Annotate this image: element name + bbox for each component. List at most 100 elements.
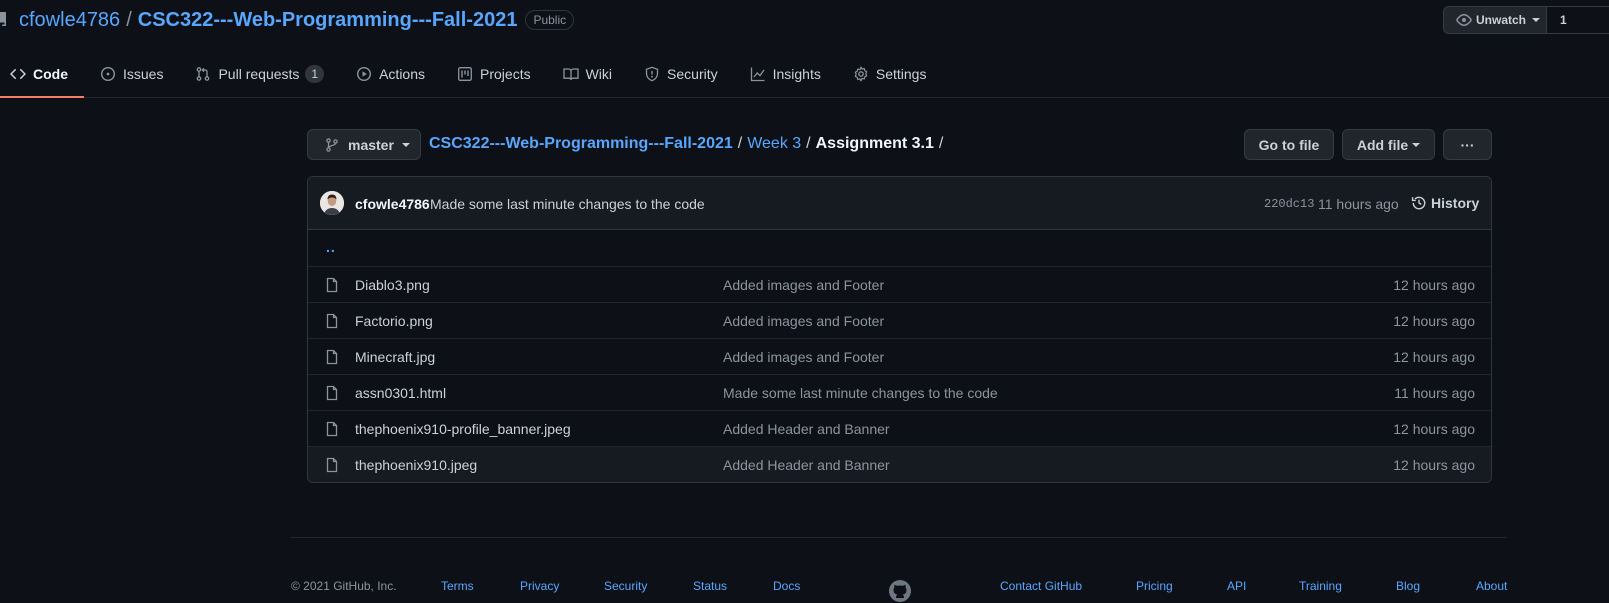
file-icon [324, 385, 340, 401]
file-name-link[interactable]: Factorio.png [355, 313, 433, 329]
file-list: cfowle4786 Made some last minute changes… [307, 176, 1492, 483]
file-commit-message-link[interactable]: Added images and Footer [723, 349, 884, 365]
breadcrumb-separator: / [806, 135, 811, 152]
file-name-link[interactable]: thephoenix910.jpeg [355, 457, 477, 473]
tab-pull-requests[interactable]: Pull requests 1 [179, 50, 340, 97]
repo-owner-link[interactable]: cfowle4786 [19, 7, 120, 33]
file-row[interactable]: Factorio.png Added images and Footer 12 … [308, 302, 1491, 338]
github-logo-icon[interactable] [888, 579, 912, 603]
breadcrumb-separator: / [938, 135, 944, 152]
unwatch-button[interactable]: Unwatch [1443, 6, 1547, 34]
file-age: 12 hours ago [1393, 349, 1475, 365]
tab-insights[interactable]: Insights [734, 50, 837, 97]
repo-title-separator: / [126, 9, 132, 31]
repo-icon [0, 12, 8, 28]
commit-author-link[interactable]: cfowle4786 [355, 196, 430, 212]
file-age: 12 hours ago [1393, 457, 1475, 473]
file-row[interactable]: assn0301.html Made some last minute chan… [308, 374, 1491, 410]
footer-link-pricing[interactable]: Pricing [1136, 579, 1173, 593]
branch-icon [326, 137, 338, 152]
footer: © 2021 GitHub, Inc. Terms Privacy Securi… [0, 579, 1609, 603]
tab-label: Actions [379, 65, 426, 82]
file-name-link[interactable]: assn0301.html [355, 385, 446, 401]
footer-copyright: © 2021 GitHub, Inc. [291, 579, 397, 593]
tab-projects[interactable]: Projects [441, 50, 547, 97]
add-file-button[interactable]: Add file [1342, 129, 1435, 160]
file-commit-message-link[interactable]: Added Header and Banner [723, 457, 890, 473]
history-icon [1411, 195, 1431, 211]
parent-directory-row[interactable]: .. [308, 230, 1491, 266]
tab-label: Projects [480, 65, 531, 82]
tab-actions[interactable]: Actions [340, 50, 441, 97]
tab-label: Issues [123, 65, 164, 82]
tab-label: Pull requests [218, 65, 300, 82]
book-icon [562, 66, 586, 82]
tab-security[interactable]: Security [628, 50, 734, 97]
footer-link-status[interactable]: Status [693, 579, 727, 593]
play-icon [356, 66, 379, 82]
commit-age: 11 hours ago [1318, 196, 1399, 212]
file-commit-message-link[interactable]: Made some last minute changes to the cod… [723, 385, 998, 401]
tab-wiki[interactable]: Wiki [547, 50, 628, 97]
breadcrumb-folder-link[interactable]: Week 3 [747, 135, 801, 153]
file-age: 12 hours ago [1393, 421, 1475, 437]
commit-message-link[interactable]: Made some last minute changes to the cod… [430, 196, 705, 212]
footer-link-security[interactable]: Security [604, 579, 647, 593]
footer-link-terms[interactable]: Terms [441, 579, 474, 593]
latest-commit: cfowle4786 Made some last minute changes… [308, 177, 1491, 230]
tab-code[interactable]: Code [0, 50, 84, 98]
gear-icon [853, 66, 876, 82]
graph-icon [750, 66, 773, 82]
history-button[interactable]: History [1411, 195, 1479, 211]
repo-header: cfowle4786 / CSC322---Web-Programming---… [0, 0, 1609, 40]
footer-link-training[interactable]: Training [1299, 579, 1342, 593]
footer-link-blog[interactable]: Blog [1396, 579, 1420, 593]
unwatch-label: Unwatch [1476, 13, 1527, 27]
file-row[interactable]: Minecraft.jpg Added images and Footer 12… [308, 338, 1491, 374]
file-row[interactable]: thephoenix910-profile_banner.jpeg Added … [308, 410, 1491, 446]
file-row[interactable]: Diablo3.png Added images and Footer 12 h… [308, 266, 1491, 302]
branch-selector[interactable]: master [307, 129, 421, 160]
breadcrumb: CSC322---Web-Programming---Fall-2021 / W… [429, 135, 948, 153]
tab-settings[interactable]: Settings [837, 50, 943, 97]
more-options-button[interactable]: ··· [1443, 129, 1492, 160]
kebab-horizontal-icon: ··· [1460, 136, 1475, 153]
breadcrumb-separator: / [737, 135, 743, 152]
footer-link-api[interactable]: API [1227, 579, 1246, 593]
repo-title: cfowle4786 / CSC322---Web-Programming---… [19, 7, 575, 33]
file-row[interactable]: thephoenix910.jpeg Added Header and Bann… [308, 446, 1491, 482]
breadcrumb-root-link[interactable]: CSC322---Web-Programming---Fall-2021 [429, 135, 733, 153]
breadcrumb-current: Assignment 3.1 [815, 135, 934, 152]
tab-label: Security [667, 65, 718, 82]
tab-issues[interactable]: Issues [84, 50, 179, 97]
eye-icon [1456, 12, 1476, 28]
file-age: 12 hours ago [1393, 313, 1475, 329]
footer-link-contact[interactable]: Contact GitHub [1000, 579, 1082, 593]
file-name-link[interactable]: Diablo3.png [355, 277, 430, 293]
repo-name-link[interactable]: CSC322---Web-Programming---Fall-2021 [138, 7, 518, 33]
file-age: 11 hours ago [1394, 385, 1475, 401]
tab-label: Wiki [585, 65, 613, 82]
file-icon [324, 313, 340, 329]
branch-name: master [348, 136, 394, 153]
go-to-file-button[interactable]: Go to file [1244, 129, 1334, 160]
visibility-badge: Public [525, 10, 575, 30]
file-icon [324, 349, 340, 365]
parent-directory-link[interactable]: .. [326, 239, 336, 255]
file-name-link[interactable]: Minecraft.jpg [355, 349, 435, 365]
history-label: History [1431, 195, 1480, 211]
avatar[interactable] [320, 191, 344, 215]
file-commit-message-link[interactable]: Added Header and Banner [723, 421, 890, 437]
commit-sha-link[interactable]: 220dc13 [1264, 197, 1314, 211]
repo-tabs: Code Issues Pull requests 1 Actions Proj… [0, 50, 1609, 98]
file-commit-message-link[interactable]: Added images and Footer [723, 277, 884, 293]
code-icon [10, 66, 33, 82]
file-commit-message-link[interactable]: Added images and Footer [723, 313, 884, 329]
watch-count[interactable]: 1 [1547, 6, 1609, 34]
project-icon [457, 66, 480, 82]
footer-link-about[interactable]: About [1476, 579, 1507, 593]
file-name-link[interactable]: thephoenix910-profile_banner.jpeg [355, 421, 571, 437]
footer-link-privacy[interactable]: Privacy [520, 579, 559, 593]
footer-link-docs[interactable]: Docs [773, 579, 800, 593]
go-to-file-label: Go to file [1258, 136, 1320, 153]
